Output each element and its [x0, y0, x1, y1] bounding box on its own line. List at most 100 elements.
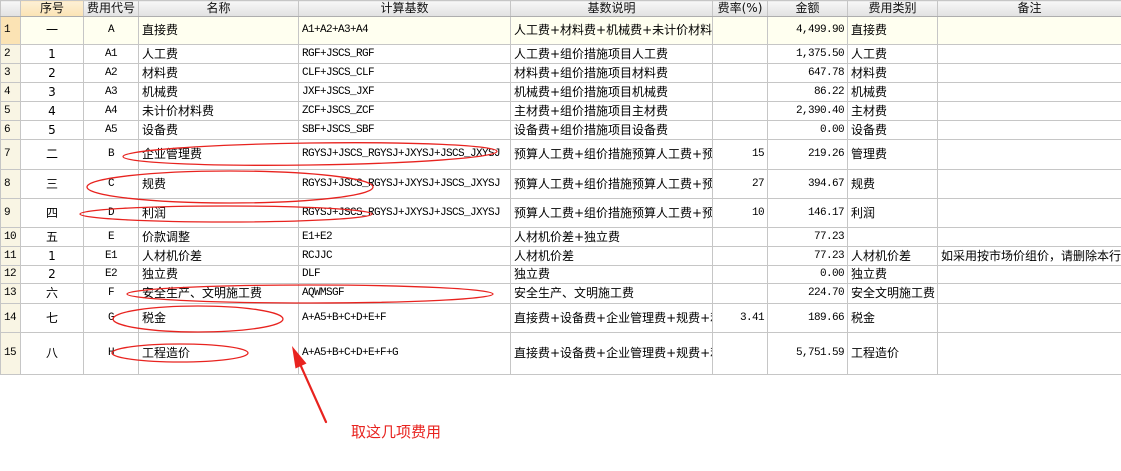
base-desc-cell[interactable]: 人工费+材料费+机械费+未计价材料费 [510, 16, 713, 45]
name-cell[interactable]: 价款调整 [138, 227, 299, 247]
seq-cell[interactable]: 五 [20, 227, 84, 247]
calc-base-cell[interactable]: RGF+JSCS_RGF [298, 44, 511, 64]
calc-base-cell[interactable]: JXF+JSCS_JXF [298, 82, 511, 102]
category-cell[interactable] [847, 227, 938, 247]
remark-cell[interactable] [937, 198, 1121, 228]
rate-cell[interactable] [712, 283, 768, 304]
fee-code-cell[interactable]: C [83, 169, 139, 199]
row-number-cell[interactable]: 7 [0, 139, 21, 170]
seq-cell[interactable]: 七 [20, 303, 84, 333]
base-desc-cell[interactable]: 人工费+组价措施项目人工费 [510, 44, 713, 64]
row-number-cell[interactable]: 4 [0, 82, 21, 102]
amount-cell[interactable]: 1,375.50 [767, 44, 848, 64]
seq-cell[interactable]: 二 [20, 139, 84, 170]
remark-cell[interactable] [937, 101, 1121, 121]
category-cell[interactable]: 规费 [847, 169, 938, 199]
remark-cell[interactable] [937, 120, 1121, 140]
remark-cell[interactable] [937, 265, 1121, 284]
remark-cell[interactable] [937, 283, 1121, 304]
category-cell[interactable]: 人工费 [847, 44, 938, 64]
category-cell[interactable]: 工程造价 [847, 332, 938, 375]
header-corner[interactable] [0, 0, 21, 17]
row-number-cell[interactable]: 1 [0, 16, 21, 45]
base-desc-cell[interactable]: 主材费+组价措施项目主材费 [510, 101, 713, 121]
row-number-cell[interactable]: 6 [0, 120, 21, 140]
header-rate[interactable]: 费率(%) [712, 0, 768, 17]
fee-code-cell[interactable]: A5 [83, 120, 139, 140]
calc-base-cell[interactable]: RGYSJ+JSCS_RGYSJ+JXYSJ+JSCS_JXYSJ [298, 139, 511, 170]
amount-cell[interactable]: 4,499.90 [767, 16, 848, 45]
name-cell[interactable]: 独立费 [138, 265, 299, 284]
fee-code-cell[interactable]: F [83, 283, 139, 304]
base-desc-cell[interactable]: 设备费+组价措施项目设备费 [510, 120, 713, 140]
rate-cell[interactable] [712, 82, 768, 102]
amount-cell[interactable]: 146.17 [767, 198, 848, 228]
seq-cell[interactable]: 四 [20, 198, 84, 228]
row-number-cell[interactable]: 5 [0, 101, 21, 121]
calc-base-cell[interactable]: SBF+JSCS_SBF [298, 120, 511, 140]
calc-base-cell[interactable]: DLF [298, 265, 511, 284]
amount-cell[interactable]: 2,390.40 [767, 101, 848, 121]
base-desc-cell[interactable]: 预算人工费+组价措施预算人工费+预算机械费+组价措施预算机械费 [510, 139, 713, 170]
category-cell[interactable]: 人材机价差 [847, 246, 938, 266]
seq-cell[interactable]: 1 [20, 246, 84, 266]
fee-code-cell[interactable]: B [83, 139, 139, 170]
seq-cell[interactable]: 5 [20, 120, 84, 140]
rate-cell[interactable]: 27 [712, 169, 768, 199]
remark-cell[interactable] [937, 139, 1121, 170]
header-amount[interactable]: 金额 [767, 0, 848, 17]
name-cell[interactable]: 机械费 [138, 82, 299, 102]
calc-base-cell[interactable]: CLF+JSCS_CLF [298, 63, 511, 83]
amount-cell[interactable]: 394.67 [767, 169, 848, 199]
row-number-cell[interactable]: 10 [0, 227, 21, 247]
fee-code-cell[interactable]: E1 [83, 246, 139, 266]
seq-cell[interactable]: 六 [20, 283, 84, 304]
row-number-cell[interactable]: 13 [0, 283, 21, 304]
seq-cell[interactable]: 一 [20, 16, 84, 45]
name-cell[interactable]: 人材机价差 [138, 246, 299, 266]
fee-code-cell[interactable]: A1 [83, 44, 139, 64]
rate-cell[interactable] [712, 44, 768, 64]
amount-cell[interactable]: 647.78 [767, 63, 848, 83]
seq-cell[interactable]: 2 [20, 63, 84, 83]
calc-base-cell[interactable]: ZCF+JSCS_ZCF [298, 101, 511, 121]
header-fee-code[interactable]: 费用代号 [83, 0, 139, 17]
calc-base-cell[interactable]: RGYSJ+JSCS_RGYSJ+JXYSJ+JSCS_JXYSJ [298, 198, 511, 228]
seq-cell[interactable]: 八 [20, 332, 84, 375]
name-cell[interactable]: 规费 [138, 169, 299, 199]
remark-cell[interactable]: 如采用按市场价组价，请删除本行 [937, 246, 1121, 266]
category-cell[interactable]: 材料费 [847, 63, 938, 83]
amount-cell[interactable]: 219.26 [767, 139, 848, 170]
row-number-cell[interactable]: 11 [0, 246, 21, 266]
name-cell[interactable]: 安全生产、文明施工费 [138, 283, 299, 304]
row-number-cell[interactable]: 15 [0, 332, 21, 375]
row-number-cell[interactable]: 9 [0, 198, 21, 228]
row-number-cell[interactable]: 12 [0, 265, 21, 284]
header-base-desc[interactable]: 基数说明 [510, 0, 713, 17]
category-cell[interactable]: 管理费 [847, 139, 938, 170]
rate-cell[interactable] [712, 120, 768, 140]
base-desc-cell[interactable]: 预算人工费+组价措施预算人工费+预算机械费+组价措施预算机械费 [510, 169, 713, 199]
header-category[interactable]: 费用类别 [847, 0, 938, 17]
header-name[interactable]: 名称 [138, 0, 299, 17]
name-cell[interactable]: 人工费 [138, 44, 299, 64]
remark-cell[interactable] [937, 82, 1121, 102]
calc-base-cell[interactable]: RGYSJ+JSCS_RGYSJ+JXYSJ+JSCS_JXYSJ [298, 169, 511, 199]
seq-cell[interactable]: 2 [20, 265, 84, 284]
rate-cell[interactable] [712, 16, 768, 45]
name-cell[interactable]: 工程造价 [138, 332, 299, 375]
calc-base-cell[interactable]: RCJJC [298, 246, 511, 266]
amount-cell[interactable]: 86.22 [767, 82, 848, 102]
row-number-cell[interactable]: 8 [0, 169, 21, 199]
amount-cell[interactable]: 5,751.59 [767, 332, 848, 375]
calc-base-cell[interactable]: A1+A2+A3+A4 [298, 16, 511, 45]
category-cell[interactable]: 独立费 [847, 265, 938, 284]
rate-cell[interactable] [712, 101, 768, 121]
fee-code-cell[interactable]: A2 [83, 63, 139, 83]
remark-cell[interactable] [937, 332, 1121, 375]
fee-code-cell[interactable]: A [83, 16, 139, 45]
base-desc-cell[interactable]: 材料费+组价措施项目材料费 [510, 63, 713, 83]
remark-cell[interactable] [937, 169, 1121, 199]
rate-cell[interactable] [712, 227, 768, 247]
fee-code-cell[interactable]: E [83, 227, 139, 247]
